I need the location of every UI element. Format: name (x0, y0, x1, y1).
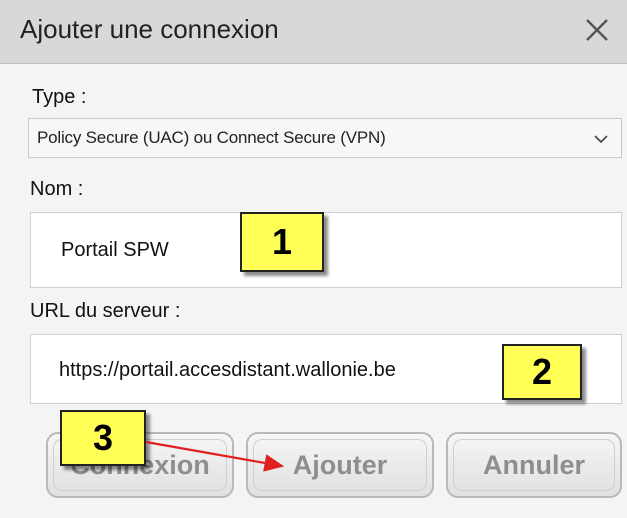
annotation-arrow-line (145, 440, 285, 472)
annotation-arrow (145, 440, 285, 472)
